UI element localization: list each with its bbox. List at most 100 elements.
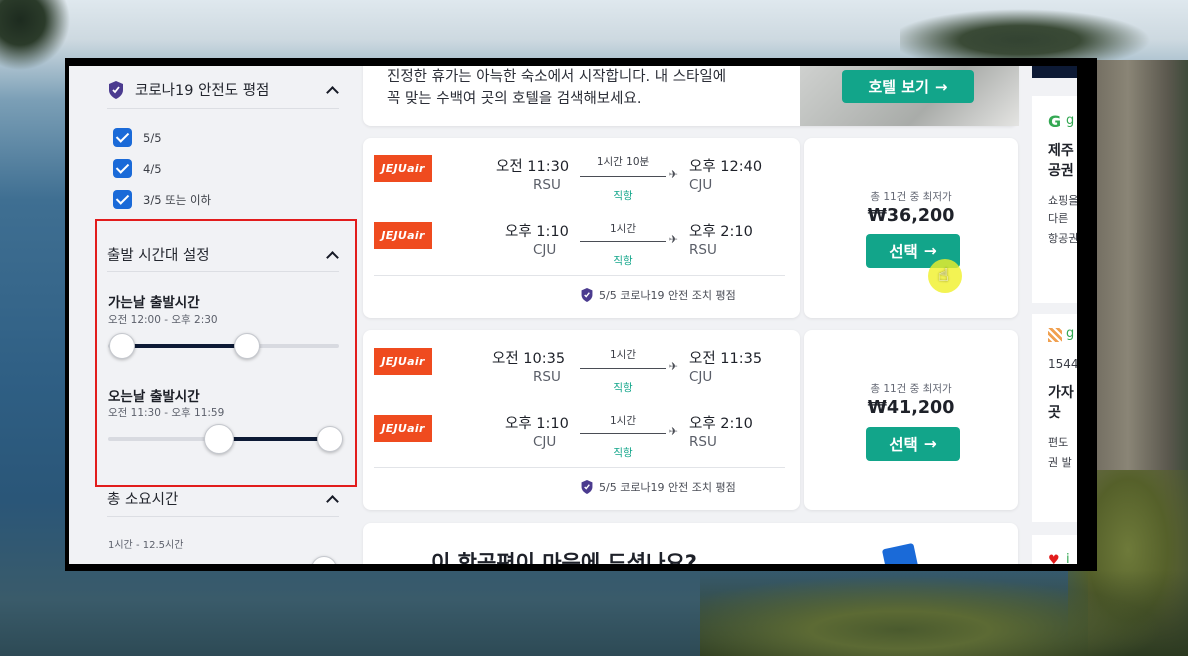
departure-time: 오후 1:10	[505, 416, 569, 432]
return-slider-min-handle[interactable]	[203, 424, 234, 454]
divider	[374, 467, 785, 468]
covid-safety-rating: 5/5 코로나19 안전 조치 평점	[580, 287, 736, 303]
arrival-time: 오후 12:40	[689, 159, 763, 175]
select-label: 선택	[889, 436, 918, 454]
departure-time-header[interactable]: 출발 시간대 설정	[107, 244, 339, 265]
departure-time: 오전 11:30	[496, 159, 570, 175]
divider	[107, 108, 339, 109]
safety-text: 5/5 코로나19 안전 조치 평점	[599, 289, 736, 302]
checkbox[interactable]	[113, 128, 132, 147]
ad-title: 제주	[1048, 143, 1074, 159]
arrival-time: 오후 2:10	[689, 224, 753, 240]
ad-text: 다른	[1048, 212, 1069, 225]
checkbox[interactable]	[113, 159, 132, 178]
checkbox-rating-3-or-less[interactable]: 3/5 또는 이하	[113, 190, 211, 209]
total-duration-range: 1시간 - 12.5시간	[108, 540, 184, 551]
outbound-departure-range: 오전 12:00 - 오후 2:30	[108, 314, 218, 326]
return-departure-title: 오는날 출발시간	[108, 389, 200, 405]
duration-slider-handle[interactable]	[311, 556, 337, 564]
ad-title: 가자	[1048, 385, 1074, 401]
departure-time: 오후 1:10	[505, 224, 569, 240]
nonstop-label: 직항	[613, 447, 633, 459]
ad-card[interactable]: G g 제주 공권 쇼핑을 다른 항공권	[1032, 96, 1077, 303]
shield-icon	[109, 80, 123, 99]
chevron-up-icon[interactable]	[325, 492, 339, 506]
view-hotels-button[interactable]: 호텔 보기 →	[842, 70, 974, 103]
arrow-right-icon: →	[934, 77, 948, 96]
google-icon: G	[1048, 112, 1062, 131]
departure-airport: CJU	[533, 242, 557, 258]
ad-title: 공권	[1048, 163, 1074, 179]
arrival-time: 오후 2:10	[689, 416, 753, 432]
arrival-time: 오전 11:35	[689, 351, 763, 367]
jejuair-logo: JEJUair	[374, 415, 432, 442]
hotel-promo-text: 진정한 휴가는 아늑한 숙소에서 시작합니다. 내 스타일에 꼭 맞는 수백여 …	[387, 66, 726, 110]
hand-cursor-icon: ☝	[938, 265, 949, 286]
nonstop-label: 직항	[613, 190, 633, 202]
flight-duration: 1시간	[609, 223, 636, 235]
jejuair-logo: JEJUair	[374, 155, 432, 182]
ad-brand: g	[1066, 113, 1075, 128]
nonstop-label: 직항	[613, 382, 633, 394]
checkbox-label: 3/5 또는 이하	[143, 192, 212, 207]
departure-time-title: 출발 시간대 설정	[107, 248, 210, 264]
promo-line: 꼭 맞는 수백여 곳의 호텔을 검색해보세요.	[387, 91, 642, 107]
ad-card[interactable]: ♥ i	[1032, 535, 1077, 564]
flight-duration: 1시간	[609, 349, 636, 361]
header-button[interactable]	[1032, 66, 1077, 78]
chevron-up-icon[interactable]	[325, 248, 339, 262]
return-departure-range: 오전 11:30 - 오후 11:59	[108, 407, 225, 419]
ad-text: 쇼핑을	[1048, 194, 1077, 207]
ad-brand: g	[1066, 326, 1075, 341]
departure-time: 오전 10:35	[492, 351, 566, 367]
flight-duration: 1시간	[609, 415, 636, 427]
covid-rating-title: 코로나19 안전도 평점	[135, 83, 270, 99]
ad-text: 권 발	[1048, 456, 1072, 469]
nonstop-label: 직항	[613, 255, 633, 267]
divider	[374, 275, 785, 276]
total-duration-header[interactable]: 총 소요시간	[107, 488, 339, 509]
departure-airport: CJU	[533, 434, 557, 450]
flight-arrow	[580, 168, 678, 181]
ad-text: 항공권	[1048, 232, 1077, 245]
checkbox[interactable]	[113, 190, 132, 209]
arrival-airport: CJU	[689, 177, 713, 193]
arrow-right-icon: →	[923, 435, 937, 453]
arrival-airport: RSU	[689, 434, 717, 450]
select-button[interactable]: 선택 →	[866, 427, 960, 461]
ad-title: 곳	[1048, 405, 1061, 421]
background-bush	[700, 570, 1188, 656]
deal-label: 총 11건 중 최저가	[870, 191, 952, 203]
covid-rating-header[interactable]: 코로나19 안전도 평점	[107, 79, 339, 100]
price: ₩36,200	[867, 206, 955, 226]
jejuair-logo: JEJUair	[374, 348, 432, 375]
price: ₩41,200	[867, 398, 955, 418]
checkbox-rating-5[interactable]: 5/5	[113, 128, 162, 147]
checkbox-label: 4/5	[143, 161, 162, 176]
ad-phone: 1544	[1048, 357, 1077, 371]
return-slider-max-handle[interactable]	[317, 426, 343, 452]
outbound-slider-fill	[121, 344, 247, 348]
flight-arrow	[580, 360, 678, 373]
outbound-departure-title: 가는날 출발시간	[108, 295, 200, 311]
outbound-slider-min-handle[interactable]	[108, 333, 135, 359]
brand-logo-icon	[1048, 328, 1062, 342]
ad-brand: i	[1066, 552, 1070, 564]
chevron-up-icon[interactable]	[325, 83, 339, 97]
outbound-slider-max-handle[interactable]	[233, 333, 260, 359]
flight-arrow	[580, 425, 678, 438]
departure-airport: RSU	[533, 369, 561, 385]
safety-text: 5/5 코로나19 안전 조치 평점	[599, 481, 736, 494]
arrival-airport: CJU	[689, 369, 713, 385]
checkbox-label: 5/5	[143, 130, 162, 145]
checkbox-rating-4[interactable]: 4/5	[113, 159, 162, 178]
heart-icon: ♥	[1048, 553, 1060, 564]
ad-card[interactable]: g 1544 가자 곳 편도 권 발	[1032, 314, 1077, 522]
promo-line: 진정한 휴가는 아늑한 숙소에서 시작합니다. 내 스타일에	[387, 69, 727, 85]
price-card[interactable]	[804, 330, 1018, 510]
covid-safety-rating: 5/5 코로나19 안전 조치 평점	[580, 479, 736, 495]
price-card[interactable]	[804, 138, 1018, 318]
divider	[107, 516, 339, 517]
arrival-airport: RSU	[689, 242, 717, 258]
filter-sidebar: 코로나19 안전도 평점 5/5 4/5 3/5 또는 이하 출발 시간대 설정…	[69, 66, 357, 564]
